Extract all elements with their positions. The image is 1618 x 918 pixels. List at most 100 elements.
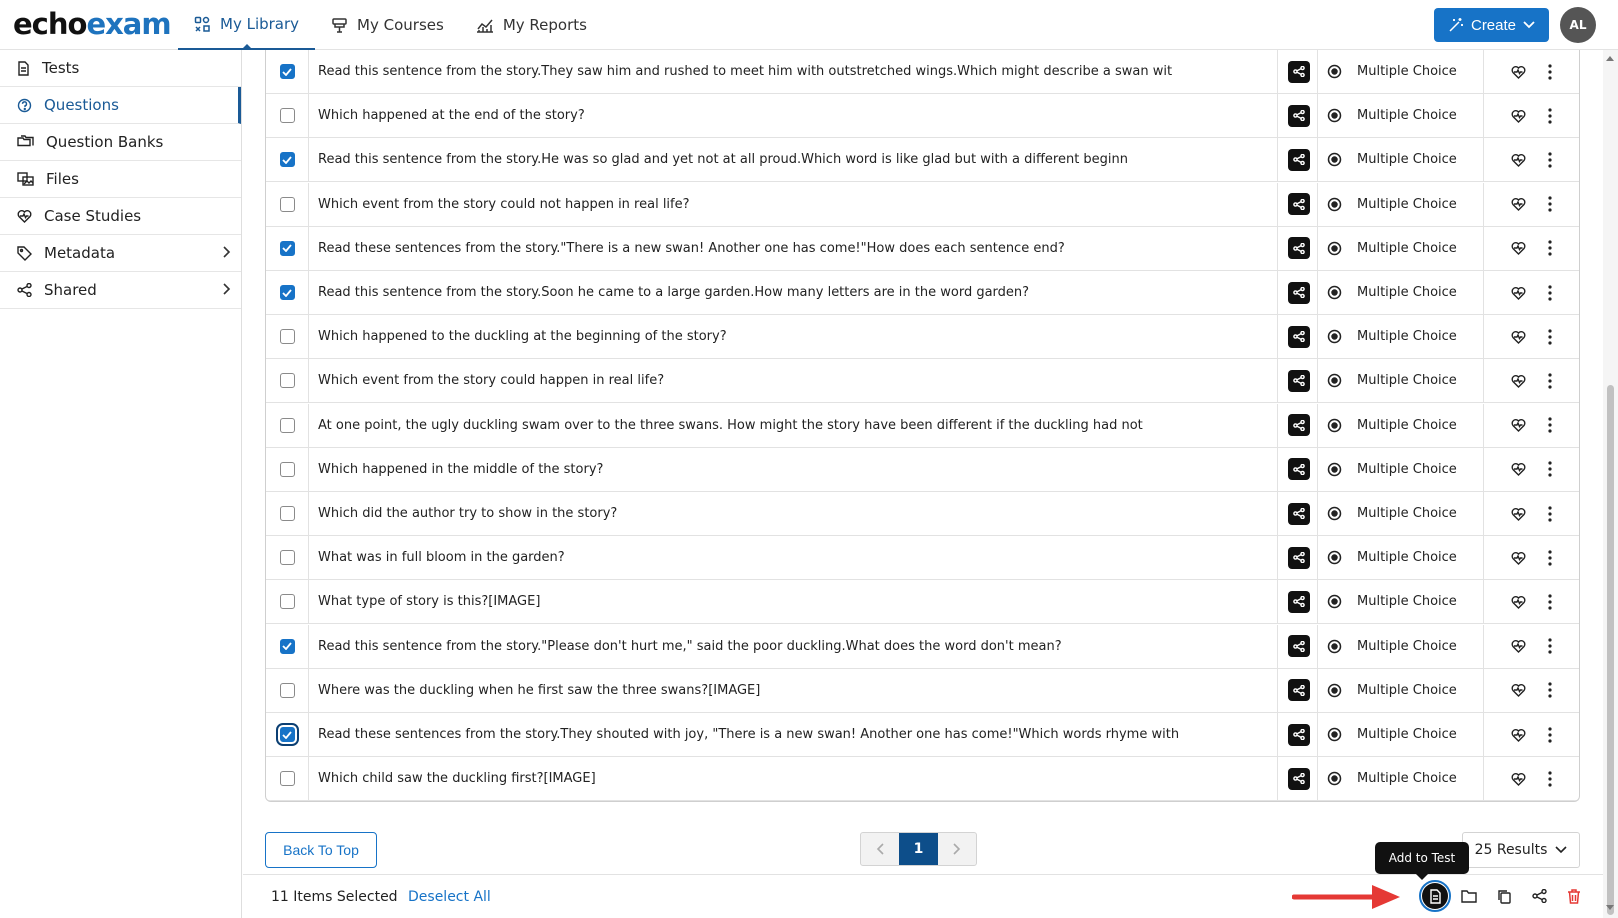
row-checkbox[interactable] — [279, 550, 295, 566]
row-share-button[interactable] — [1288, 458, 1310, 481]
sidebar-item-files[interactable]: Files — [0, 161, 241, 198]
table-row[interactable]: Which happened at the end of the story? M… — [266, 94, 1579, 139]
kebab-menu-icon[interactable] — [1548, 505, 1552, 522]
row-checkbox[interactable] — [279, 506, 295, 521]
question-text[interactable]: Read this sentence from the story.Soon h… — [318, 285, 1248, 300]
scroll-down-arrow-icon[interactable] — [1606, 905, 1614, 910]
table-row[interactable]: Which happened in the middle of the stor… — [266, 447, 1579, 492]
row-share-button[interactable] — [1288, 148, 1310, 171]
add-to-test-button[interactable] — [1419, 880, 1451, 912]
kebab-menu-icon[interactable] — [1548, 550, 1552, 566]
row-share-button[interactable] — [1288, 635, 1310, 658]
heart-pulse-icon[interactable] — [1511, 462, 1526, 477]
prev-page-button[interactable] — [861, 833, 899, 865]
heart-pulse-icon[interactable] — [1511, 153, 1526, 167]
user-avatar[interactable]: AL — [1560, 7, 1596, 43]
row-share-button[interactable] — [1288, 502, 1310, 525]
heart-pulse-icon[interactable] — [1511, 639, 1526, 654]
table-row[interactable]: Read this sentence from the story.They s… — [266, 50, 1579, 94]
heart-pulse-icon[interactable] — [1511, 507, 1526, 521]
kebab-menu-icon[interactable] — [1548, 63, 1552, 80]
row-checkbox[interactable] — [279, 152, 295, 168]
kebab-menu-icon[interactable] — [1548, 108, 1552, 124]
kebab-menu-icon[interactable] — [1548, 461, 1552, 477]
question-text[interactable]: Read these sentences from the story."The… — [318, 241, 1248, 256]
kebab-menu-icon[interactable] — [1548, 726, 1552, 743]
sidebar-item-questions[interactable]: Questions — [0, 87, 241, 124]
kebab-menu-icon[interactable] — [1548, 417, 1552, 433]
row-checkbox[interactable] — [275, 723, 299, 746]
heart-pulse-icon[interactable] — [1511, 418, 1526, 433]
next-page-button[interactable] — [938, 833, 976, 865]
row-share-button[interactable] — [1288, 60, 1310, 83]
table-row[interactable]: Which did the author try to show in the … — [266, 492, 1579, 536]
kebab-menu-icon[interactable] — [1548, 638, 1552, 654]
page-button-1[interactable]: 1 — [899, 833, 938, 865]
brand-logo[interactable]: echoexam — [13, 7, 172, 41]
row-checkbox[interactable] — [279, 64, 295, 79]
heart-pulse-icon[interactable] — [1511, 772, 1526, 786]
table-row[interactable]: What type of story is this?[IMAGE] Multip… — [266, 580, 1579, 625]
table-row[interactable]: Which event from the story could not hap… — [266, 182, 1579, 227]
nav-my-courses[interactable]: My Courses — [315, 0, 460, 50]
row-share-button[interactable] — [1288, 193, 1310, 216]
copy-button[interactable] — [1491, 883, 1517, 909]
question-text[interactable]: Which happened at the end of the story? — [318, 108, 1248, 123]
table-row[interactable]: Where was the duckling when he first saw… — [266, 668, 1579, 713]
kebab-menu-icon[interactable] — [1548, 373, 1552, 389]
question-text[interactable]: Read this sentence from the story.They s… — [318, 64, 1248, 79]
row-share-button[interactable] — [1288, 723, 1310, 746]
heart-pulse-icon[interactable] — [1511, 286, 1526, 300]
row-checkbox[interactable] — [279, 373, 295, 389]
table-row[interactable]: Read this sentence from the story.He was… — [266, 138, 1579, 183]
kebab-menu-icon[interactable] — [1548, 152, 1552, 168]
table-row[interactable]: Which child saw the duckling first?[IMAG… — [266, 757, 1579, 801]
heart-pulse-icon[interactable] — [1511, 683, 1526, 698]
row-checkbox[interactable] — [279, 417, 295, 433]
heart-pulse-icon[interactable] — [1511, 109, 1526, 123]
question-text[interactable]: Which happened in the middle of the stor… — [318, 462, 1248, 477]
back-to-top-button[interactable]: Back To Top — [265, 832, 377, 868]
share-selected-button[interactable] — [1526, 883, 1552, 909]
question-text[interactable]: What was in full bloom in the garden? — [318, 550, 1248, 565]
sidebar-item-tests[interactable]: Tests — [0, 50, 241, 87]
table-row[interactable]: What was in full bloom in the garden? Mul… — [266, 536, 1579, 581]
page-scrollbar[interactable] — [1603, 50, 1618, 918]
row-share-button[interactable] — [1288, 546, 1310, 569]
row-share-button[interactable] — [1288, 369, 1310, 392]
create-button[interactable]: Create — [1434, 8, 1549, 42]
table-row[interactable]: Read this sentence from the story.Soon h… — [266, 271, 1579, 315]
row-checkbox[interactable] — [279, 771, 295, 787]
question-text[interactable]: Which event from the story could happen … — [318, 373, 1248, 388]
nav-my-library[interactable]: My Library — [178, 0, 316, 50]
add-to-folder-button[interactable] — [1456, 883, 1482, 909]
sidebar-item-shared[interactable]: Shared — [0, 272, 241, 309]
nav-my-reports[interactable]: My Reports — [460, 0, 603, 50]
table-row[interactable]: Read these sentences from the story.They… — [266, 713, 1579, 757]
question-text[interactable]: Which event from the story could not hap… — [318, 197, 1248, 212]
question-text[interactable]: Read this sentence from the story."Pleas… — [318, 639, 1248, 654]
row-share-button[interactable] — [1288, 325, 1310, 348]
scroll-up-arrow-icon[interactable] — [1606, 56, 1614, 61]
delete-button[interactable] — [1561, 883, 1587, 909]
sidebar-item-case-studies[interactable]: Case Studies — [0, 198, 241, 235]
table-row[interactable]: Read this sentence from the story."Pleas… — [266, 624, 1579, 669]
row-share-button[interactable] — [1288, 237, 1310, 260]
kebab-menu-icon[interactable] — [1548, 240, 1552, 256]
question-text[interactable]: Read this sentence from the story.He was… — [318, 152, 1248, 167]
sidebar-item-question-banks[interactable]: Question Banks — [0, 124, 241, 161]
sidebar-item-metadata[interactable]: Metadata — [0, 235, 241, 272]
question-text[interactable]: Read these sentences from the story.They… — [318, 727, 1248, 742]
table-row[interactable]: Which event from the story could happen … — [266, 359, 1579, 404]
heart-pulse-icon[interactable] — [1511, 330, 1526, 344]
row-checkbox[interactable] — [279, 594, 295, 610]
kebab-menu-icon[interactable] — [1548, 594, 1552, 610]
question-text[interactable]: Where was the duckling when he first saw… — [318, 683, 1248, 698]
row-share-button[interactable] — [1288, 414, 1310, 437]
heart-pulse-icon[interactable] — [1511, 728, 1526, 742]
deselect-all-link[interactable]: Deselect All — [408, 889, 491, 905]
question-text[interactable]: Which did the author try to show in the … — [318, 506, 1248, 521]
question-text[interactable]: Which child saw the duckling first?[IMAG… — [318, 771, 1248, 786]
row-checkbox[interactable] — [279, 682, 295, 698]
table-row[interactable]: At one point, the ugly duckling swam ove… — [266, 403, 1579, 448]
